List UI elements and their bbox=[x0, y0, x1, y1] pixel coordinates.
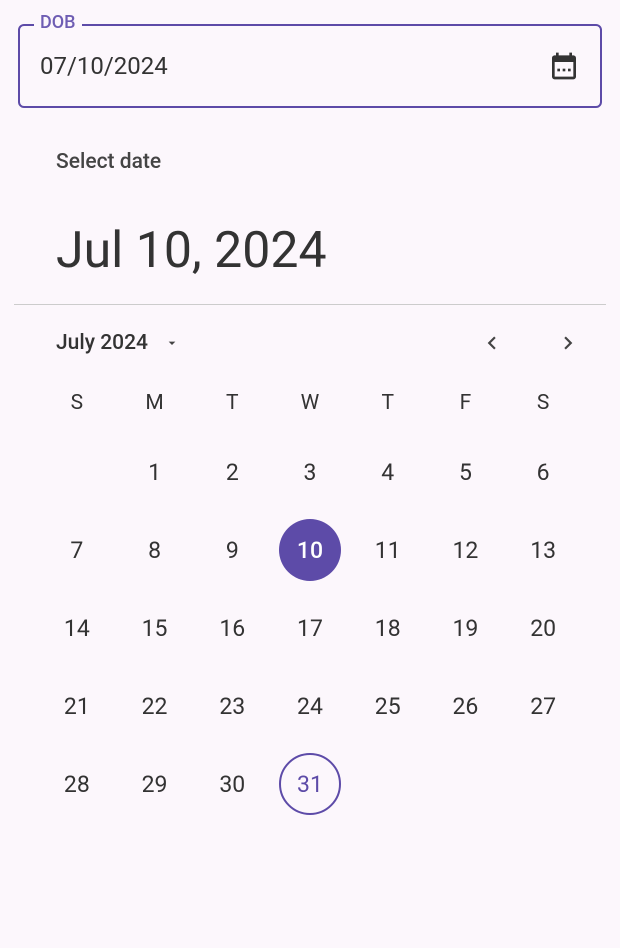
day-22[interactable]: 22 bbox=[124, 675, 186, 737]
select-date-label: Select date bbox=[56, 150, 564, 174]
day-cell: 25 bbox=[349, 673, 427, 739]
weekday-row: SMTWTFS bbox=[38, 391, 582, 415]
dob-input-field[interactable]: 07/10/2024 bbox=[18, 24, 602, 108]
day-17[interactable]: 17 bbox=[279, 597, 341, 659]
day-cell: 13 bbox=[504, 517, 582, 583]
day-25[interactable]: 25 bbox=[357, 675, 419, 737]
day-19[interactable]: 19 bbox=[434, 597, 496, 659]
day-30[interactable]: 30 bbox=[201, 753, 263, 815]
month-year-label: July 2024 bbox=[56, 331, 148, 355]
month-navigation: July 2024 bbox=[0, 305, 620, 377]
day-10[interactable]: 10 bbox=[279, 519, 341, 581]
day-3[interactable]: 3 bbox=[279, 441, 341, 503]
weekday-header: F bbox=[427, 391, 505, 415]
day-cell: 27 bbox=[504, 673, 582, 739]
date-picker-panel: Select date Jul 10, 2024 July 2024 SMTWT… bbox=[0, 126, 620, 817]
day-4[interactable]: 4 bbox=[357, 441, 419, 503]
day-cell: 19 bbox=[427, 595, 505, 661]
day-cell: 15 bbox=[116, 595, 194, 661]
picker-header: Select date Jul 10, 2024 bbox=[0, 126, 620, 280]
day-cell: 17 bbox=[271, 595, 349, 661]
day-12[interactable]: 12 bbox=[434, 519, 496, 581]
day-28[interactable]: 28 bbox=[46, 753, 108, 815]
day-23[interactable]: 23 bbox=[201, 675, 263, 737]
day-24[interactable]: 24 bbox=[279, 675, 341, 737]
weekday-header: T bbox=[349, 391, 427, 415]
day-5[interactable]: 5 bbox=[434, 441, 496, 503]
month-year-selector[interactable]: July 2024 bbox=[56, 331, 180, 355]
day-1[interactable]: 1 bbox=[124, 441, 186, 503]
day-cell: 31 bbox=[271, 751, 349, 817]
next-month-button[interactable] bbox=[554, 329, 582, 357]
day-cell: 5 bbox=[427, 439, 505, 505]
day-cell: 20 bbox=[504, 595, 582, 661]
day-cell: 22 bbox=[116, 673, 194, 739]
day-cell: 3 bbox=[271, 439, 349, 505]
prev-month-button[interactable] bbox=[478, 329, 506, 357]
day-20[interactable]: 20 bbox=[512, 597, 574, 659]
day-14[interactable]: 14 bbox=[46, 597, 108, 659]
month-nav-arrows bbox=[478, 329, 582, 357]
day-11[interactable]: 11 bbox=[357, 519, 419, 581]
day-cell: 14 bbox=[38, 595, 116, 661]
selected-date-display: Jul 10, 2024 bbox=[56, 222, 564, 280]
day-16[interactable]: 16 bbox=[201, 597, 263, 659]
day-cell: 21 bbox=[38, 673, 116, 739]
day-cell: 18 bbox=[349, 595, 427, 661]
day-21[interactable]: 21 bbox=[46, 675, 108, 737]
day-9[interactable]: 9 bbox=[201, 519, 263, 581]
day-15[interactable]: 15 bbox=[124, 597, 186, 659]
dob-input-container: DOB 07/10/2024 bbox=[18, 24, 602, 108]
calendar-grid: SMTWTFS 12345678910111213141516171819202… bbox=[0, 377, 620, 817]
weekday-header: T bbox=[193, 391, 271, 415]
day-cell: 24 bbox=[271, 673, 349, 739]
weekday-header: W bbox=[271, 391, 349, 415]
day-29[interactable]: 29 bbox=[124, 753, 186, 815]
weekday-header: M bbox=[116, 391, 194, 415]
day-27[interactable]: 27 bbox=[512, 675, 574, 737]
weekday-header: S bbox=[504, 391, 582, 415]
day-cell: 7 bbox=[38, 517, 116, 583]
day-cell: 23 bbox=[193, 673, 271, 739]
day-cell: 12 bbox=[427, 517, 505, 583]
days-grid: 1234567891011121314151617181920212223242… bbox=[38, 439, 582, 817]
day-cell: 29 bbox=[116, 751, 194, 817]
day-cell: 9 bbox=[193, 517, 271, 583]
day-cell: 1 bbox=[116, 439, 194, 505]
dob-value: 07/10/2024 bbox=[40, 52, 168, 80]
day-2[interactable]: 2 bbox=[201, 441, 263, 503]
day-cell: 6 bbox=[504, 439, 582, 505]
day-cell: 30 bbox=[193, 751, 271, 817]
day-13[interactable]: 13 bbox=[512, 519, 574, 581]
day-cell: 11 bbox=[349, 517, 427, 583]
weekday-header: S bbox=[38, 391, 116, 415]
day-cell: 8 bbox=[116, 517, 194, 583]
day-8[interactable]: 8 bbox=[124, 519, 186, 581]
day-7[interactable]: 7 bbox=[46, 519, 108, 581]
day-26[interactable]: 26 bbox=[434, 675, 496, 737]
day-cell: 4 bbox=[349, 439, 427, 505]
day-cell: 28 bbox=[38, 751, 116, 817]
dropdown-arrow-icon bbox=[164, 335, 180, 351]
dob-label: DOB bbox=[34, 12, 82, 33]
empty-day-cell bbox=[38, 439, 116, 505]
day-6[interactable]: 6 bbox=[512, 441, 574, 503]
day-cell: 26 bbox=[427, 673, 505, 739]
calendar-icon[interactable] bbox=[548, 50, 580, 82]
day-cell: 2 bbox=[193, 439, 271, 505]
day-cell: 10 bbox=[271, 517, 349, 583]
day-cell: 16 bbox=[193, 595, 271, 661]
day-31[interactable]: 31 bbox=[279, 753, 341, 815]
day-18[interactable]: 18 bbox=[357, 597, 419, 659]
